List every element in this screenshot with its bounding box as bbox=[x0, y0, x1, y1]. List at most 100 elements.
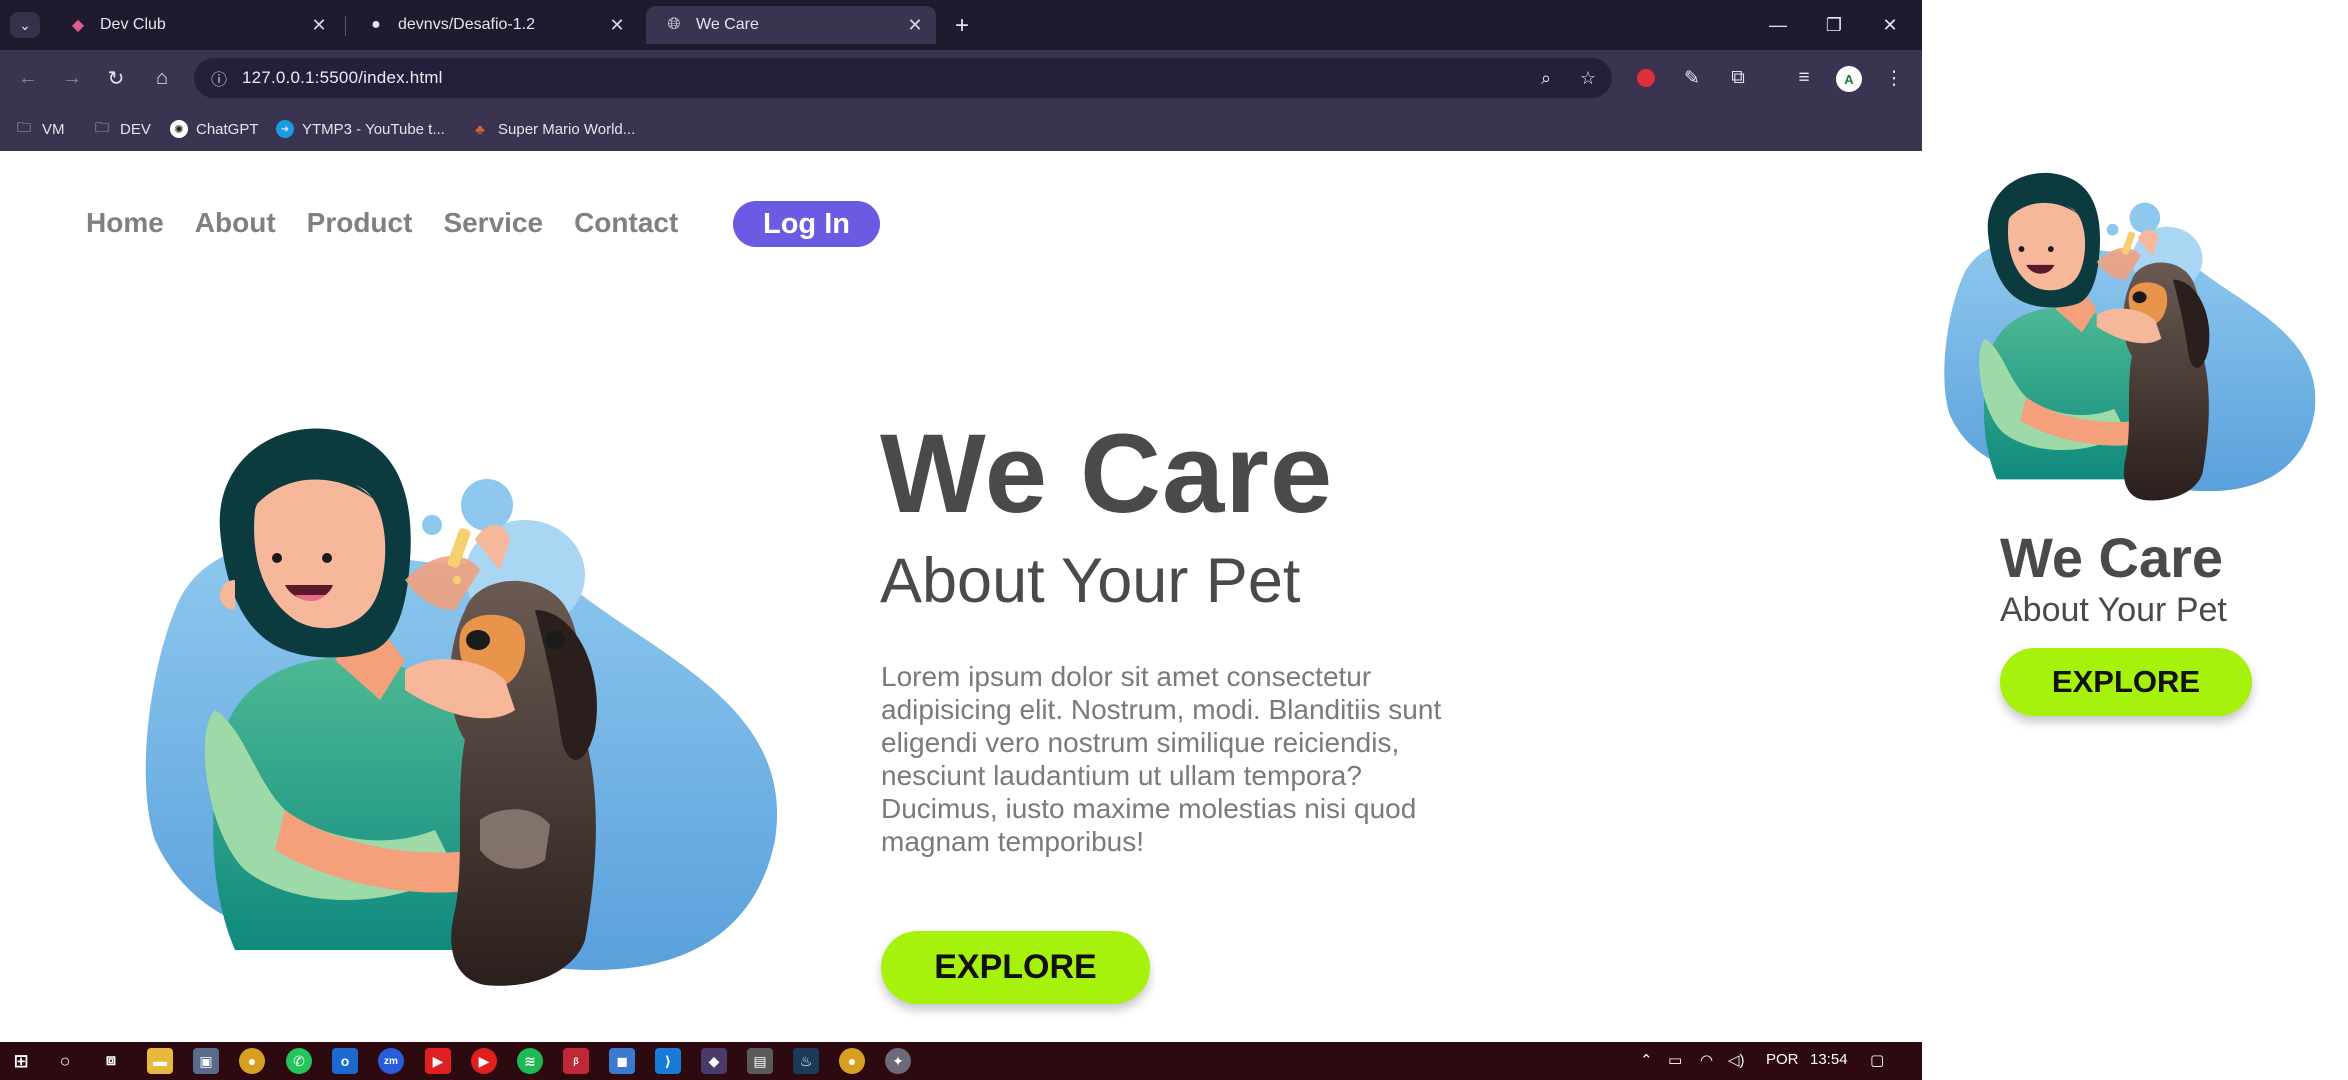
forward-button[interactable]: → bbox=[54, 60, 90, 96]
whatsapp-icon[interactable]: ✆ bbox=[286, 1048, 312, 1074]
tab-title: devnvs/Desafio-1.2 bbox=[398, 16, 535, 33]
photos-icon[interactable]: ▣ bbox=[193, 1048, 219, 1074]
more-menu-icon[interactable]: ⋮ bbox=[1878, 62, 1910, 94]
nav-home-link[interactable]: Home bbox=[86, 207, 164, 239]
mobile-explore-button[interactable]: EXPLORE bbox=[2000, 648, 2252, 716]
woman-with-dog-illustration bbox=[145, 428, 778, 986]
search-icon[interactable]: ○ bbox=[52, 1048, 78, 1074]
bookmark-ytmp3[interactable]: ➜ YTMP3 - YouTube t... bbox=[276, 116, 445, 142]
minimize-button[interactable]: — bbox=[1750, 8, 1806, 42]
browser-chrome: ⌄ ◆ Dev Club ✕ ● devnvs/Desafio-1.2 ✕ 🌐︎… bbox=[0, 0, 1922, 151]
windows-start-icon[interactable]: ⊞ bbox=[8, 1048, 34, 1074]
restore-icon: ❐ bbox=[1825, 14, 1843, 35]
new-tab-button[interactable]: + bbox=[948, 12, 976, 40]
tab-dev-club[interactable]: ◆ Dev Club ✕ bbox=[50, 6, 340, 44]
app-gray-icon[interactable]: ▤ bbox=[747, 1048, 773, 1074]
zoom-app-icon[interactable]: zm bbox=[378, 1048, 404, 1074]
task-view-icon[interactable]: ⧈ bbox=[98, 1048, 124, 1074]
steam-icon[interactable]: ♨ bbox=[793, 1048, 819, 1074]
tab-title: We Care bbox=[696, 16, 759, 33]
language-indicator[interactable]: POR bbox=[1766, 1051, 1799, 1068]
close-icon: ✕ bbox=[1882, 14, 1898, 35]
bookmarks-bar: 🗀︎ VM 🗀︎ DEV ✺ ChatGPT ➜ YTMP3 - YouTube… bbox=[0, 106, 1922, 151]
nav-contact-link[interactable]: Contact bbox=[574, 207, 678, 239]
url-text[interactable]: 127.0.0.1:5500/index.html bbox=[242, 68, 443, 88]
folder-icon: 🗀︎ bbox=[17, 119, 31, 135]
hero-title: We Care bbox=[880, 411, 1334, 536]
vscode-icon[interactable]: ⟩ bbox=[655, 1048, 681, 1074]
tab-search-button[interactable]: ⌄ bbox=[10, 12, 40, 38]
info-icon[interactable]: ⓘ bbox=[208, 67, 230, 89]
file-explorer-icon[interactable]: ▬ bbox=[147, 1048, 173, 1074]
devclub-icon: ◆ bbox=[71, 17, 85, 34]
media-queue-icon[interactable]: ≡ bbox=[1788, 62, 1820, 94]
chrome-active-icon[interactable]: ● bbox=[839, 1048, 865, 1074]
hero-subtitle: About Your Pet bbox=[880, 546, 1301, 616]
plus-icon: + bbox=[954, 12, 969, 39]
tab-title: Dev Club bbox=[100, 16, 166, 33]
close-window-button[interactable]: ✕ bbox=[1862, 8, 1918, 42]
star-icon[interactable]: ☆ bbox=[1576, 66, 1600, 90]
bookmark-mario[interactable]: ♣ Super Mario World... bbox=[470, 116, 635, 142]
mario-icon: ♣ bbox=[475, 121, 485, 137]
minimize-icon: — bbox=[1769, 14, 1787, 35]
browser-toolbar: ← → ↻ ⌂ ⓘ 127.0.0.1:5500/index.html ⌕ ☆ … bbox=[0, 50, 1922, 106]
arrow-left-icon: ← bbox=[18, 66, 38, 89]
mobile-hero-title: We Care bbox=[2000, 526, 2224, 589]
address-bar[interactable]: ⓘ 127.0.0.1:5500/index.html ⌕ ☆ bbox=[194, 58, 1612, 98]
tab-strip: ⌄ ◆ Dev Club ✕ ● devnvs/Desafio-1.2 ✕ 🌐︎… bbox=[0, 0, 1922, 50]
globe-icon: 🌐︎ bbox=[667, 16, 681, 33]
app-blue-icon[interactable]: ◼ bbox=[609, 1048, 635, 1074]
back-button[interactable]: ← bbox=[10, 60, 46, 96]
nav-service-link[interactable]: Service bbox=[443, 207, 543, 239]
tab-separator bbox=[345, 16, 346, 36]
profile-avatar[interactable]: A bbox=[1836, 66, 1862, 92]
tab-we-care[interactable]: 🌐︎ We Care ✕ bbox=[646, 6, 936, 44]
bookmark-chatgpt[interactable]: ✺ ChatGPT bbox=[170, 116, 259, 142]
zoom-icon[interactable]: ⌕ bbox=[1534, 66, 1558, 90]
reload-button[interactable]: ↻ bbox=[98, 60, 134, 96]
app-diamond-icon[interactable]: ◆ bbox=[701, 1048, 727, 1074]
close-icon[interactable]: ✕ bbox=[306, 12, 332, 38]
notifications-icon[interactable]: ▢ bbox=[1870, 1051, 1884, 1069]
windows-taskbar: ⊞ ○ ⧈ ▬ ▣ ● ✆ o zm ▶ ▶ ≋ β ◼ ⟩ ◆ ▤ ♨ ● ✦… bbox=[0, 1042, 1922, 1080]
tab-github[interactable]: ● devnvs/Desafio-1.2 ✕ bbox=[348, 6, 638, 44]
spotify-icon[interactable]: ≋ bbox=[517, 1048, 543, 1074]
close-icon[interactable]: ✕ bbox=[902, 12, 928, 38]
clock[interactable]: 13:54 bbox=[1810, 1051, 1848, 1068]
folder-icon: 🗀︎ bbox=[95, 119, 109, 135]
ytmp3-icon: ➜ bbox=[276, 120, 294, 138]
bookmark-dev[interactable]: 🗀︎ DEV bbox=[92, 116, 151, 142]
nav-about-link[interactable]: About bbox=[195, 207, 276, 239]
reload-icon: ↻ bbox=[107, 67, 125, 90]
login-button[interactable]: Log In bbox=[733, 201, 880, 247]
outlook-icon[interactable]: o bbox=[332, 1048, 358, 1074]
wifi-icon[interactable]: ◠ bbox=[1700, 1051, 1713, 1069]
nav-product-link[interactable]: Product bbox=[307, 207, 413, 239]
github-icon: ● bbox=[371, 16, 381, 33]
chrome-icon[interactable]: ● bbox=[239, 1048, 265, 1074]
extension-shield-icon[interactable] bbox=[1630, 62, 1662, 94]
mobile-hero-subtitle: About Your Pet bbox=[2000, 591, 2227, 629]
chevron-down-icon: ⌄ bbox=[19, 16, 31, 33]
explore-button[interactable]: EXPLORE bbox=[881, 931, 1150, 1004]
restore-button[interactable]: ❐ bbox=[1806, 8, 1862, 42]
chatgpt-icon: ✺ bbox=[170, 120, 188, 138]
app-bird-icon[interactable]: ✦ bbox=[885, 1048, 911, 1074]
battery-icon[interactable]: ▭ bbox=[1668, 1051, 1682, 1069]
youtube-icon[interactable]: ▶ bbox=[425, 1048, 451, 1074]
arrow-right-icon: → bbox=[62, 66, 82, 89]
app-beta-icon[interactable]: β bbox=[563, 1048, 589, 1074]
extensions-icon[interactable]: ⧉ bbox=[1722, 62, 1754, 94]
youtube-music-icon[interactable]: ▶ bbox=[471, 1048, 497, 1074]
eyedropper-icon[interactable]: ✎ bbox=[1676, 62, 1708, 94]
hero-description: Lorem ipsum dolor sit amet consectetur a… bbox=[881, 661, 1442, 857]
chevron-up-icon[interactable]: ⌃ bbox=[1640, 1051, 1653, 1069]
bookmark-vm[interactable]: 🗀︎ VM bbox=[14, 116, 65, 142]
close-icon[interactable]: ✕ bbox=[604, 12, 630, 38]
mobile-woman-with-dog-illustration bbox=[1944, 172, 2316, 501]
main-nav: Home About Product Service Contact bbox=[86, 198, 709, 248]
volume-icon[interactable]: ◁) bbox=[1728, 1051, 1745, 1069]
home-button[interactable]: ⌂ bbox=[144, 60, 180, 96]
home-icon: ⌂ bbox=[155, 66, 169, 89]
